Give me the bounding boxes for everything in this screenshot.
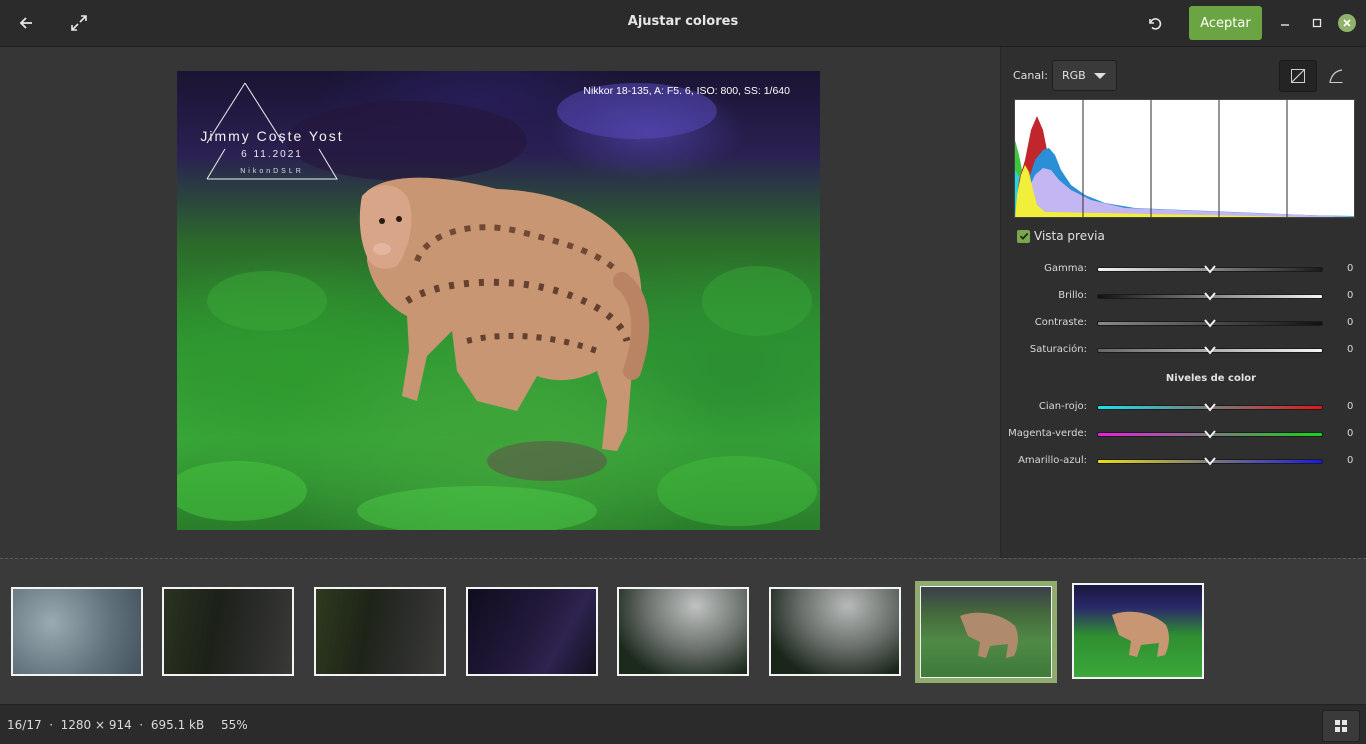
saturation-label: Saturación: [1029, 344, 1087, 355]
status-bar: 16/17 · 1280 × 914 · 695.1 kB 55% [0, 704, 1366, 744]
minimize-icon [1281, 24, 1289, 26]
title-bar: Ajustar colores Aceptar [0, 0, 1366, 47]
linear-mode-button[interactable] [1279, 60, 1317, 92]
exif-overlay-text: Nikkor 18-135, A: F5. 6, ISO: 800, SS: 1… [583, 85, 790, 97]
thumbnail[interactable] [617, 587, 749, 676]
thumbnail[interactable] [162, 587, 294, 676]
log-curve-icon [1329, 69, 1343, 83]
maximize-icon [1312, 18, 1322, 28]
gamma-label: Gamma: [1044, 263, 1087, 274]
gallery-view-button[interactable] [1322, 710, 1360, 742]
saturation-value: 0 [1347, 344, 1354, 355]
cyan-red-value: 0 [1347, 401, 1354, 412]
yellow-blue-slider[interactable] [1097, 457, 1323, 466]
saturation-slider[interactable] [1097, 346, 1323, 355]
contrast-value: 0 [1347, 317, 1354, 328]
jaguar-thumbnail [960, 612, 1018, 658]
brightness-value: 0 [1347, 290, 1354, 301]
yellow-blue-label: Amarillo-azul: [1018, 455, 1087, 466]
yellow-blue-value: 0 [1347, 455, 1354, 466]
histogram [1014, 99, 1355, 218]
contrast-label: Contraste: [1034, 317, 1087, 328]
chevron-down-icon [1094, 73, 1106, 79]
maximize-button[interactable] [1302, 6, 1332, 40]
photo-preview: Nikkor 18-135, A: F5. 6, ISO: 800, SS: 1… [177, 71, 820, 530]
zoom-level: 55% [221, 718, 248, 732]
image-canvas[interactable]: Nikkor 18-135, A: F5. 6, ISO: 800, SS: 1… [0, 47, 1000, 558]
gamma-slider[interactable] [1097, 265, 1323, 274]
thumbnail[interactable] [1072, 583, 1204, 679]
slider-handle-icon[interactable] [1204, 319, 1216, 328]
thumbnail[interactable] [466, 587, 598, 676]
thumbnail[interactable] [769, 587, 901, 676]
magenta-green-value: 0 [1347, 428, 1354, 439]
watermark-name: Jimmy Coste Yost [200, 128, 344, 144]
fullscreen-button[interactable] [61, 6, 97, 40]
slider-handle-icon[interactable] [1204, 403, 1216, 412]
cyan-red-label: Cian-rojo: [1038, 401, 1087, 412]
brightness-slider-row: Brillo: 0 [1001, 290, 1366, 304]
curve-mode-button[interactable] [1317, 60, 1355, 92]
thumbnail[interactable] [11, 587, 143, 676]
cyan-red-slider-row: Cian-rojo: 0 [1001, 401, 1366, 415]
slider-handle-icon[interactable] [1204, 430, 1216, 439]
slider-handle-icon[interactable] [1204, 457, 1216, 466]
grid-icon [1335, 720, 1347, 732]
minimize-button[interactable] [1270, 6, 1300, 40]
slider-handle-icon[interactable] [1204, 265, 1216, 274]
preview-label: Vista previa [1034, 229, 1105, 243]
accept-button[interactable]: Aceptar [1189, 6, 1262, 40]
saturation-slider-row: Saturación: 0 [1001, 344, 1366, 358]
watermark-date: 6 11.2021 [241, 149, 303, 160]
slider-handle-icon[interactable] [1204, 292, 1216, 301]
thumbnail-selected[interactable] [915, 581, 1057, 683]
gamma-slider-row: Gamma: 0 [1001, 263, 1366, 277]
slider-handle-icon[interactable] [1204, 346, 1216, 355]
magenta-green-slider[interactable] [1097, 430, 1323, 439]
close-icon [1343, 19, 1351, 27]
channel-label: Canal: [1013, 69, 1048, 82]
undo-icon [1149, 18, 1162, 30]
gamma-value: 0 [1347, 263, 1354, 274]
cyan-red-slider[interactable] [1097, 403, 1323, 412]
brightness-label: Brillo: [1058, 290, 1087, 301]
contrast-slider[interactable] [1097, 319, 1323, 328]
checkmark-icon [1019, 232, 1028, 240]
brightness-slider[interactable] [1097, 292, 1323, 301]
fullscreen-icon [71, 15, 87, 31]
preview-checkbox[interactable] [1017, 229, 1030, 243]
arrow-left-icon [19, 17, 32, 29]
magenta-green-slider-row: Magenta-verde: 0 [1001, 428, 1366, 442]
channel-value: RGB [1062, 69, 1086, 82]
color-levels-title: Niveles de color [1165, 373, 1257, 384]
histogram-graph [1015, 100, 1354, 217]
watermark-camera: NikonDSLR [240, 168, 304, 175]
adjust-colors-panel: Canal: RGB Vista previa Gamma: 0 Brillo:… [1000, 47, 1366, 558]
contrast-slider-row: Contraste: 0 [1001, 317, 1366, 331]
image-info: 16/17 · 1280 × 914 · 695.1 kB [7, 718, 205, 732]
back-button[interactable] [8, 6, 44, 40]
thumbnail[interactable] [314, 587, 446, 676]
close-button[interactable] [1338, 14, 1356, 32]
magenta-green-label: Magenta-verde: [1008, 428, 1087, 439]
channel-select[interactable]: RGB [1052, 60, 1117, 91]
linear-curve-icon [1291, 69, 1305, 83]
yellow-blue-slider-row: Amarillo-azul: 0 [1001, 455, 1366, 469]
jaguar-thumbnail [1112, 611, 1169, 657]
preview-toggle[interactable]: Vista previa [1017, 229, 1105, 243]
undo-button[interactable] [1136, 6, 1172, 40]
filmstrip [0, 558, 1366, 704]
